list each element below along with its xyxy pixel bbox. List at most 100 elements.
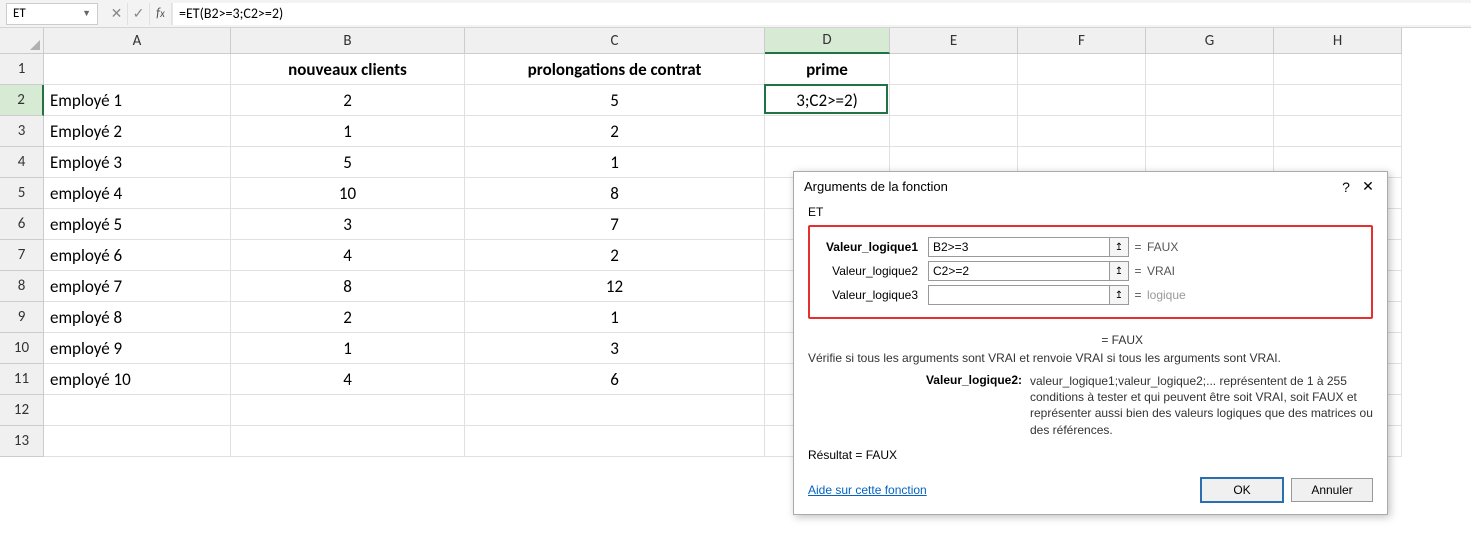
cell-G3[interactable] (1146, 116, 1274, 147)
cell-B3[interactable]: 1 (231, 116, 465, 147)
cell-C1[interactable]: prolongations de contrat (465, 54, 765, 85)
cell-C6[interactable]: 7 (465, 209, 765, 240)
cell-C8[interactable]: 12 (465, 271, 765, 302)
cell-G2[interactable] (1146, 85, 1274, 116)
cell-C11[interactable]: 6 (465, 364, 765, 395)
cell-H2[interactable] (1274, 85, 1402, 116)
ok-button[interactable]: OK (1201, 478, 1283, 502)
col-header-H[interactable]: H (1274, 28, 1402, 54)
cell-G1[interactable] (1146, 54, 1274, 85)
cell-A12[interactable] (44, 395, 231, 426)
row-header-4[interactable]: 4 (0, 147, 44, 178)
cell-H3[interactable] (1274, 116, 1402, 147)
cell-B1[interactable]: nouveaux clients (231, 54, 465, 85)
cell-A2[interactable]: Employé 1 (44, 85, 231, 116)
cell-C3[interactable]: 2 (465, 116, 765, 147)
cell-D3[interactable] (765, 116, 890, 147)
row-header-10[interactable]: 10 (0, 333, 44, 364)
col-header-C[interactable]: C (465, 28, 765, 54)
row-header-8[interactable]: 8 (0, 271, 44, 302)
dialog-body: ET Valeur_logique1↥=FAUXValeur_logique2↥… (794, 199, 1387, 478)
cell-B13[interactable] (231, 426, 465, 457)
row-header-13[interactable]: 13 (0, 426, 44, 457)
cell-A11[interactable]: employé 10 (44, 364, 231, 395)
cell-A7[interactable]: employé 6 (44, 240, 231, 271)
cell-H1[interactable] (1274, 54, 1402, 85)
row-headers: 12345678910111213 (0, 54, 44, 457)
cell-E1[interactable] (890, 54, 1018, 85)
cell-B7[interactable]: 4 (231, 240, 465, 271)
select-all-button[interactable] (0, 28, 44, 54)
arg-input-1[interactable] (928, 237, 1110, 257)
cell-A5[interactable]: employé 4 (44, 178, 231, 209)
row-header-1[interactable]: 1 (0, 54, 44, 85)
row-header-6[interactable]: 6 (0, 209, 44, 240)
range-select-icon[interactable]: ↥ (1109, 261, 1129, 281)
cell-B4[interactable]: 5 (231, 147, 465, 178)
cell-A4[interactable]: Employé 3 (44, 147, 231, 178)
cell-A13[interactable] (44, 426, 231, 457)
cell-F1[interactable] (1018, 54, 1146, 85)
cell-B9[interactable]: 2 (231, 302, 465, 333)
cell-B2[interactable]: 2 (231, 85, 465, 116)
cell-B11[interactable]: 4 (231, 364, 465, 395)
cancel-formula-button[interactable]: ✕ (106, 3, 128, 25)
row-header-12[interactable]: 12 (0, 395, 44, 426)
dialog-titlebar[interactable]: Arguments de la fonction ? ✕ (794, 172, 1387, 199)
cancel-button[interactable]: Annuler (1291, 478, 1373, 502)
name-box[interactable]: ET ▼ (6, 3, 98, 25)
col-header-A[interactable]: A (44, 28, 231, 54)
arg-input-2[interactable] (928, 261, 1110, 281)
col-header-B[interactable]: B (231, 28, 465, 54)
cell-B5[interactable]: 10 (231, 178, 465, 209)
cell-F2[interactable] (1018, 85, 1146, 116)
cell-D2[interactable]: 3;C2>=2) (765, 85, 890, 116)
cell-C7[interactable]: 2 (465, 240, 765, 271)
cell-C2[interactable]: 5 (465, 85, 765, 116)
range-select-icon[interactable]: ↥ (1109, 237, 1129, 257)
cell-A8[interactable]: employé 7 (44, 271, 231, 302)
cell-D1[interactable]: prime (765, 54, 890, 85)
cell-A9[interactable]: employé 8 (44, 302, 231, 333)
insert-function-button[interactable]: fx (150, 3, 172, 25)
cell-C5[interactable]: 8 (465, 178, 765, 209)
cell-F3[interactable] (1018, 116, 1146, 147)
cell-B12[interactable] (231, 395, 465, 426)
dialog-close-button[interactable]: ✕ (1357, 178, 1379, 195)
cell-E2[interactable] (890, 85, 1018, 116)
col-header-E[interactable]: E (890, 28, 1018, 54)
row-header-7[interactable]: 7 (0, 240, 44, 271)
arg-result: FAUX (1147, 240, 1178, 254)
equals-sign: = (1129, 240, 1147, 254)
function-name-label: ET (808, 205, 1373, 219)
dialog-help-button[interactable]: ? (1335, 179, 1357, 195)
col-header-G[interactable]: G (1146, 28, 1274, 54)
range-select-icon[interactable]: ↥ (1109, 285, 1129, 305)
arg-input-3[interactable] (928, 285, 1110, 305)
overall-result: = FAUX (808, 333, 1373, 347)
cell-C4[interactable]: 1 (465, 147, 765, 178)
row-header-3[interactable]: 3 (0, 116, 44, 147)
col-header-D[interactable]: D (765, 28, 890, 54)
cell-B10[interactable]: 1 (231, 333, 465, 364)
cell-A3[interactable]: Employé 2 (44, 116, 231, 147)
cell-B6[interactable]: 3 (231, 209, 465, 240)
cell-C9[interactable]: 1 (465, 302, 765, 333)
cell-A1[interactable] (44, 54, 231, 85)
row-header-9[interactable]: 9 (0, 302, 44, 333)
row-header-5[interactable]: 5 (0, 178, 44, 209)
row-header-11[interactable]: 11 (0, 364, 44, 395)
name-box-dropdown-icon[interactable]: ▼ (82, 8, 91, 19)
cell-C13[interactable] (465, 426, 765, 457)
cell-B8[interactable]: 8 (231, 271, 465, 302)
cell-C12[interactable] (465, 395, 765, 426)
cell-A10[interactable]: employé 9 (44, 333, 231, 364)
cell-A6[interactable]: employé 5 (44, 209, 231, 240)
row-header-2[interactable]: 2 (0, 85, 44, 116)
formula-input[interactable]: =ET(B2>=3;C2>=2) (172, 3, 1471, 25)
cell-E3[interactable] (890, 116, 1018, 147)
accept-formula-button[interactable]: ✓ (128, 3, 150, 25)
cell-C10[interactable]: 3 (465, 333, 765, 364)
col-header-F[interactable]: F (1018, 28, 1146, 54)
help-link[interactable]: Aide sur cette fonction (808, 483, 1193, 497)
